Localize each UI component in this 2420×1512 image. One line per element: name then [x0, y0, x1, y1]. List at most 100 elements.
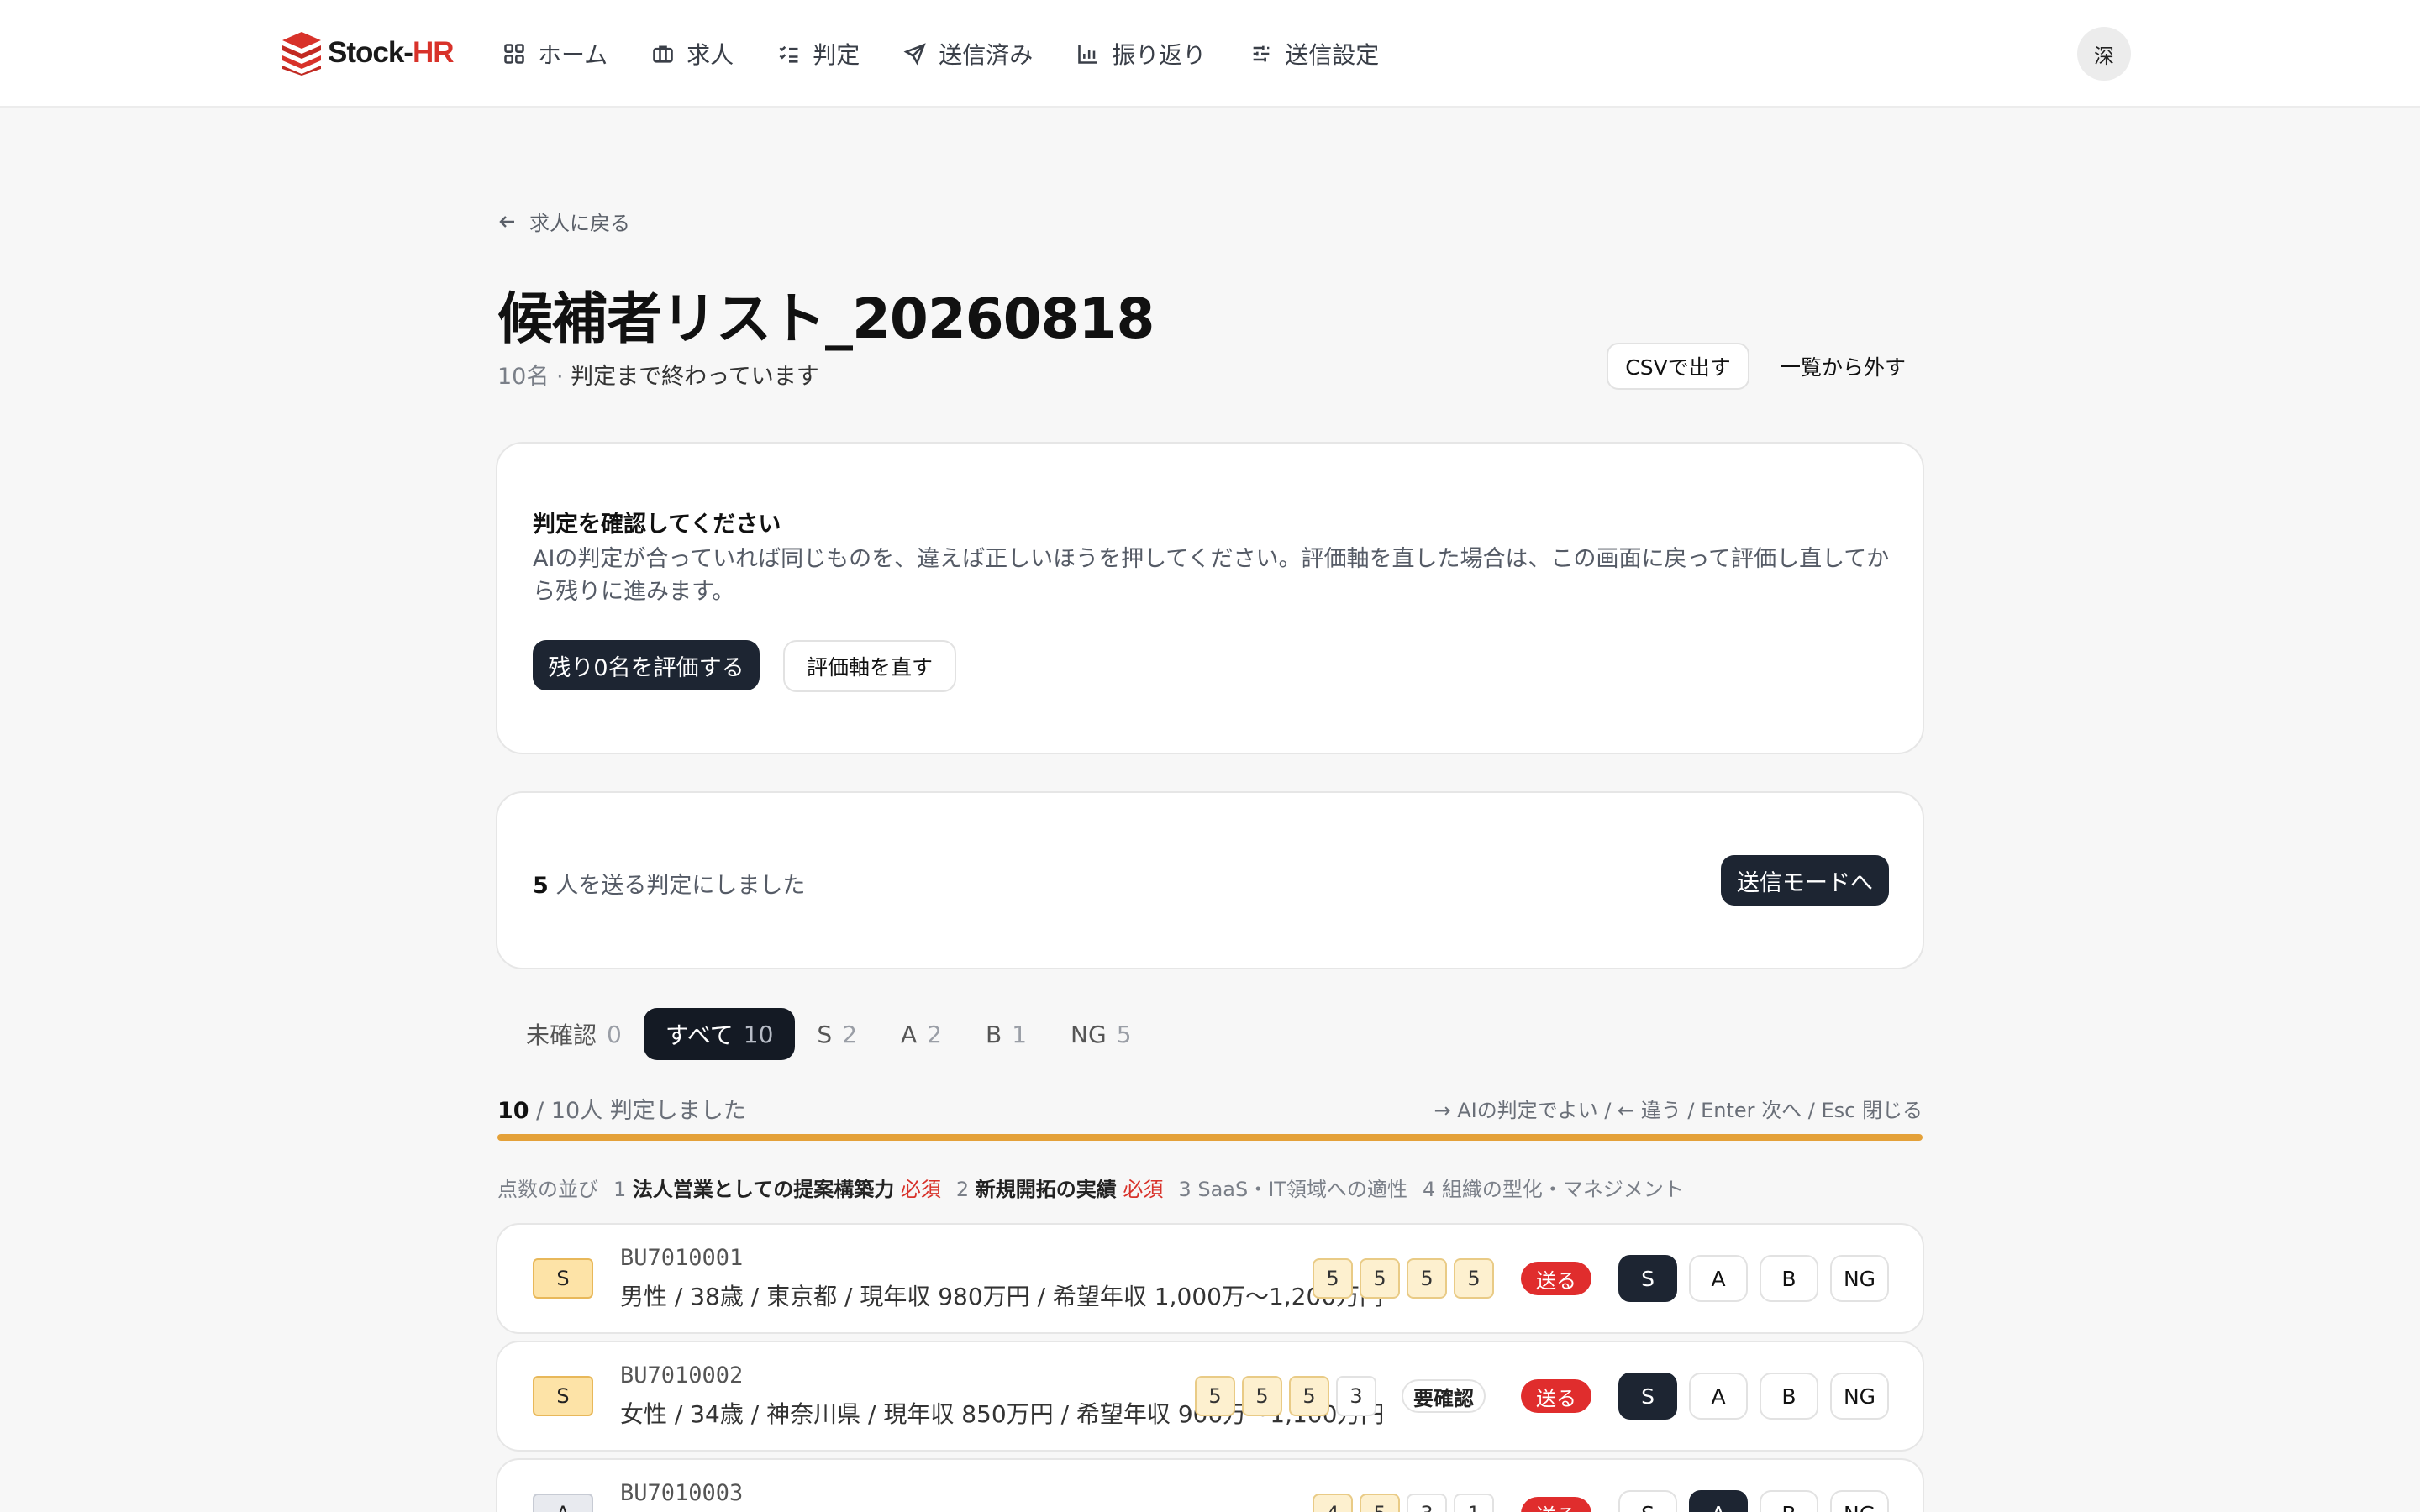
review-heading: 判定を確認してください	[533, 512, 781, 538]
tab-unconfirmed[interactable]: 未確認 0	[504, 1008, 644, 1060]
csv-export-button[interactable]: CSVで出す	[1607, 343, 1749, 390]
axis-score: 1	[1454, 1494, 1494, 1512]
candidate-row[interactable]: S BU7010001 男性 / 38歳 / 東京都 / 現年収 980万円 /…	[496, 1223, 1924, 1334]
axis-score: 5	[1360, 1258, 1400, 1299]
grade-b-button[interactable]: B	[1760, 1373, 1818, 1420]
review-prompt-card: 判定を確認してください AIの判定が合っていれば同じものを、違えば正しいほうを押…	[496, 442, 1924, 754]
remove-from-list-button[interactable]: 一覧から外す	[1771, 343, 1914, 390]
page-subtitle: 10名 · 判定まで終わっています	[497, 358, 819, 391]
axis-item: 4 組織の型化・マネジメント	[1423, 1173, 1684, 1202]
axis-number: 4	[1422, 1178, 1436, 1201]
tab-count: 2	[842, 1020, 858, 1048]
axis-name: 法人営業としての提案構築力	[632, 1178, 895, 1201]
progress-rest: / 10人 判定しました	[529, 1098, 746, 1124]
grade-a-button[interactable]: A	[1689, 1255, 1748, 1302]
send-summary-label: 人を送る判定にしました	[548, 873, 806, 899]
nav-label: 送信済み	[939, 41, 1034, 69]
nav-label: 送信設定	[1285, 41, 1380, 69]
axis-required: 必須	[1123, 1178, 1164, 1201]
main-nav: ホーム 求人 判定 送信済み 振り返り 送信設定	[502, 34, 1379, 74]
grade-b-button[interactable]: B	[1760, 1490, 1818, 1512]
tab-label: B	[986, 1020, 1002, 1048]
send-mode-button[interactable]: 送信モードへ	[1721, 855, 1889, 906]
tab-label: すべて	[665, 1021, 734, 1049]
candidate-row[interactable]: A BU7010003 4 5 3 1 送る S A B NG	[496, 1458, 1924, 1512]
nav-send-settings[interactable]: 送信設定	[1249, 34, 1379, 74]
axis-score: 4	[1313, 1494, 1353, 1512]
ai-grade-badge: A	[533, 1494, 593, 1512]
axis-score: 5	[1313, 1258, 1353, 1299]
grade-s-button[interactable]: S	[1618, 1373, 1677, 1420]
axis-number: 3	[1178, 1178, 1192, 1201]
tab-count: 1	[1012, 1020, 1028, 1048]
axis-required: 必須	[900, 1178, 941, 1201]
ai-grade-badge: S	[533, 1376, 593, 1416]
list-status: 判定まで終わっています	[571, 364, 819, 390]
send-summary-card: 5 人を送る判定にしました 送信モードへ	[496, 791, 1924, 969]
keyboard-shortcut-hint: → AIの判定でよい / ← 違う / Enter 次へ / Esc 閉じる	[1434, 1099, 1923, 1122]
candidate-summary: 男性 / 38歳 / 東京都 / 現年収 980万円 / 希望年収 1,000万…	[620, 1283, 1384, 1310]
grade-ng-button[interactable]: NG	[1830, 1373, 1889, 1420]
tab-count: 0	[607, 1020, 622, 1048]
axis-score: 3	[1336, 1376, 1376, 1416]
send-badge: 送る	[1521, 1497, 1591, 1512]
progress-bar	[497, 1134, 1923, 1141]
axis-scores: 5 5 5 3	[1195, 1376, 1376, 1416]
axis-name: 組織の型化・マネジメント	[1441, 1178, 1684, 1201]
nav-review[interactable]: 振り返り	[1076, 34, 1206, 74]
nav-jobs[interactable]: 求人	[651, 34, 734, 74]
send-badge: 送る	[1521, 1379, 1591, 1413]
tab-count: 2	[927, 1020, 942, 1048]
axis-score: 5	[1242, 1376, 1282, 1416]
brand-logo[interactable]: Stock-HR	[281, 30, 455, 76]
review-instructions: AIの判定が合っていれば同じものを、違えば正しいほうを押してください。評価軸を直…	[533, 546, 1890, 605]
axis-score: 5	[1454, 1258, 1494, 1299]
candidate-row[interactable]: S BU7010002 女性 / 34歳 / 神奈川県 / 現年収 850万円 …	[496, 1341, 1924, 1452]
grade-ng-button[interactable]: NG	[1830, 1255, 1889, 1302]
send-badge: 送る	[1521, 1262, 1591, 1295]
stack-logo-icon	[282, 32, 321, 76]
briefcase-icon	[653, 45, 673, 63]
tab-ng[interactable]: NG 5	[1049, 1008, 1153, 1060]
tab-label: S	[817, 1020, 833, 1048]
edit-axes-button[interactable]: 評価軸を直す	[783, 640, 956, 692]
grade-b-button[interactable]: B	[1760, 1255, 1818, 1302]
brand-name: Stock-HR	[328, 36, 455, 69]
tab-b[interactable]: B1	[964, 1008, 1049, 1060]
candidate-id: BU7010001	[620, 1245, 744, 1271]
tab-s[interactable]: S2	[795, 1008, 879, 1060]
tab-all[interactable]: すべて 10	[643, 1008, 796, 1060]
axis-score: 5	[1407, 1258, 1447, 1299]
grade-s-button[interactable]: S	[1618, 1490, 1677, 1512]
axis-score: 5	[1360, 1494, 1400, 1512]
back-to-jobs-link[interactable]: 求人に戻る	[497, 207, 630, 236]
grade-filter-tabs: 未確認 0 すべて 10 S2 A2 B1 NG 5	[504, 1008, 1154, 1060]
axis-number: 1	[613, 1178, 627, 1201]
axis-scores: 5 5 5 5	[1313, 1258, 1494, 1299]
axis-item: 3 SaaS・IT領域への適性	[1178, 1173, 1407, 1202]
tab-label: NG	[1071, 1020, 1107, 1048]
grade-s-button[interactable]: S	[1618, 1255, 1677, 1302]
nav-label: 判定	[813, 41, 860, 69]
axis-score: 5	[1289, 1376, 1329, 1416]
grid-icon	[504, 44, 524, 64]
grade-a-button[interactable]: A	[1689, 1490, 1748, 1512]
user-avatar[interactable]: 深	[2077, 27, 2131, 81]
evaluate-remaining-button[interactable]: 残り0名を評価する	[533, 640, 760, 690]
axis-item: 1 法人営業としての提案構築力 必須	[613, 1173, 941, 1202]
top-navigation-bar: Stock-HR ホーム 求人 判定 送信済み 振り返り 送信設定 深	[0, 0, 2420, 108]
tab-a[interactable]: A2	[879, 1008, 964, 1060]
axes-label: 点数の並び	[497, 1178, 598, 1201]
send-count: 5	[533, 873, 549, 899]
grade-ng-button[interactable]: NG	[1830, 1490, 1889, 1512]
tab-label: A	[901, 1020, 918, 1048]
nav-sent[interactable]: 送信済み	[903, 34, 1033, 74]
axis-item: 2 新規開拓の実績 必須	[956, 1173, 1164, 1202]
nav-home[interactable]: ホーム	[502, 34, 608, 74]
axis-scores: 4 5 3 1	[1313, 1494, 1494, 1512]
grade-a-button[interactable]: A	[1689, 1373, 1748, 1420]
candidate-id: BU7010002	[620, 1362, 744, 1389]
candidate-id: BU7010003	[620, 1480, 744, 1506]
tab-count: 10	[743, 1020, 774, 1048]
nav-judge[interactable]: 判定	[777, 34, 860, 74]
